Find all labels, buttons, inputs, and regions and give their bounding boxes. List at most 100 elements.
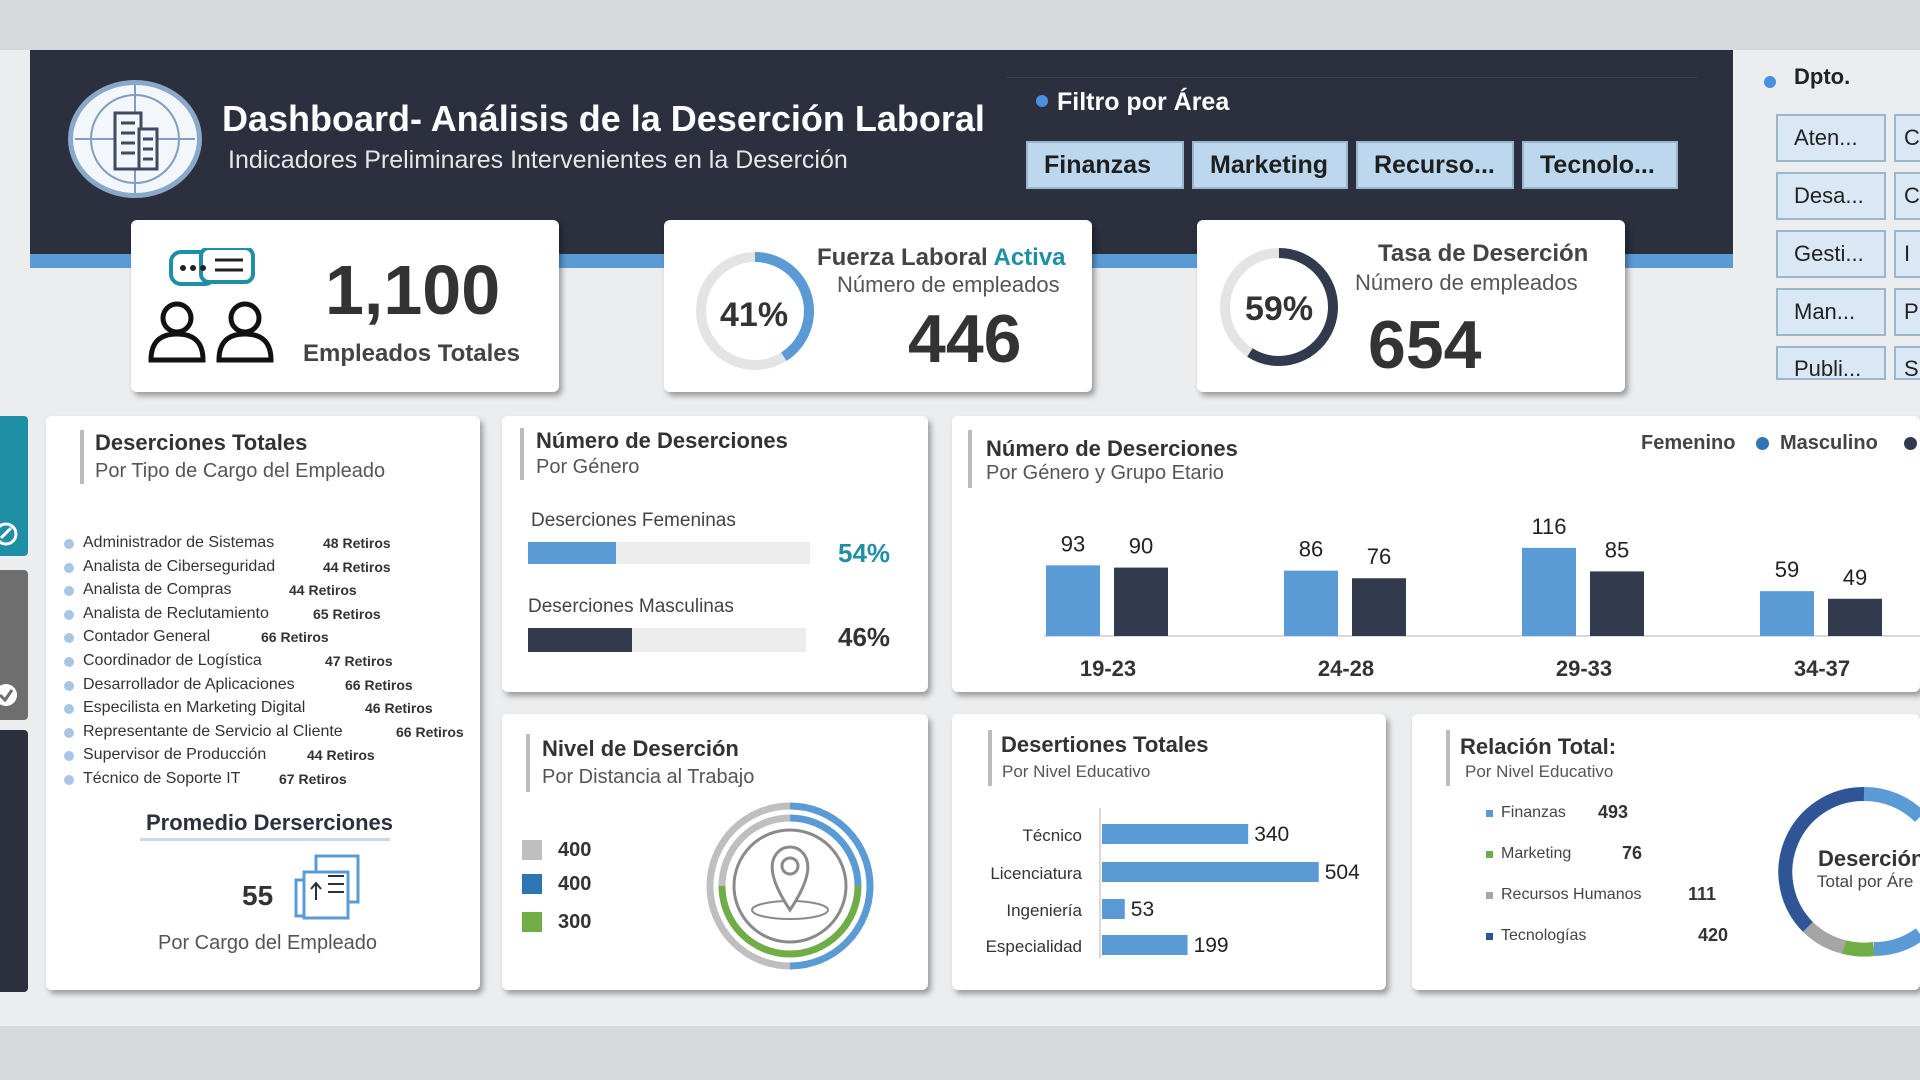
- list-bullet: [64, 609, 74, 620]
- kpi-active-title-b: Activa: [993, 244, 1066, 271]
- bar-femenino-19-23: [1046, 565, 1100, 636]
- relation-list: Finanzas 493 Marketing 76 Recursos Humanos 11…: [1486, 802, 1746, 964]
- education-bar-chart: Técnico 340 Licenciatura 504 Ingeniería 53 Esp…: [986, 808, 1360, 958]
- job-value: 47 Retiros: [325, 653, 393, 669]
- distance-subtitle: Por Distancia al Trabajo: [542, 766, 755, 788]
- side-tab-gray[interactable]: [0, 570, 28, 720]
- kpi-active-sub: Número de empleados: [837, 272, 1060, 297]
- kpi-total-value: 1,100: [325, 251, 501, 329]
- filter-button-recursos[interactable]: Recurso...: [1356, 141, 1514, 189]
- slicer-item[interactable]: C: [1894, 172, 1920, 220]
- legend-value: 400: [558, 873, 592, 895]
- by-gender-subtitle: Por Género: [536, 456, 640, 478]
- relation-value: 111: [1688, 884, 1717, 904]
- section-accent: [526, 734, 530, 792]
- slicer-item[interactable]: Man...: [1776, 288, 1886, 336]
- slicer-title: Dpto.: [1794, 64, 1851, 89]
- relation-swatch: [1486, 892, 1493, 899]
- relation-subtitle: Por Nivel Educativo: [1465, 762, 1614, 781]
- masc-bar-fill: [528, 628, 632, 652]
- bar-value-label: 340: [1254, 823, 1289, 846]
- relation-value: 493: [1598, 802, 1629, 822]
- y-tick-label: Ingeniería: [1006, 901, 1082, 920]
- relation-swatch: [1486, 933, 1493, 940]
- bar-masculino-24-28: [1352, 578, 1406, 636]
- job-list: Administrador de Sistemas 48 Retiros Anali…: [60, 534, 480, 796]
- job-label: Técnico de Soporte IT: [83, 770, 241, 787]
- relation-label: Marketing: [1501, 845, 1572, 862]
- bar-value-label: 76: [1367, 544, 1391, 569]
- relation-label: Tecnologías: [1501, 927, 1587, 944]
- bar-masculino-19-23: [1114, 567, 1168, 636]
- list-bullet: [64, 657, 74, 667]
- kpi-active-title: Fuerza Laboral Activa: [817, 244, 1066, 272]
- kpi-total-label: Empleados Totales: [303, 340, 520, 367]
- filter-dot-icon: [1036, 95, 1048, 107]
- bar-value-label: 49: [1843, 565, 1867, 590]
- legend-swatch-blue: [522, 874, 542, 894]
- side-tab-teal[interactable]: [0, 416, 28, 556]
- section-accent: [80, 430, 84, 484]
- relation-title: Relación Total:: [1460, 734, 1617, 759]
- slicer-item[interactable]: Desa...: [1776, 172, 1886, 220]
- job-label: Especilista en Marketing Digital: [83, 699, 306, 717]
- list-bullet: [64, 680, 74, 691]
- bar-value-label: 199: [1194, 934, 1229, 957]
- job-label: Analista de Ciberseguridad: [83, 557, 276, 575]
- desertion-pct-label: 59%: [1245, 290, 1314, 328]
- slicer-item[interactable]: C: [1894, 114, 1920, 162]
- age-chart-title: Número de Deserciones: [986, 436, 1238, 461]
- bar-Especialidad: [1102, 935, 1188, 955]
- side-tab-dark[interactable]: [0, 730, 28, 992]
- filter-button-marketing[interactable]: Marketing: [1192, 141, 1348, 189]
- list-bullet: [64, 562, 74, 573]
- masc-pct: 46%: [838, 622, 891, 652]
- legend-value: 300: [558, 911, 592, 933]
- job-label: Representante de Servicio al Cliente: [83, 722, 343, 740]
- job-value: 48 Retiros: [323, 535, 391, 551]
- list-bullet: [64, 586, 74, 597]
- section-accent: [520, 428, 524, 480]
- slicer-item[interactable]: I: [1894, 230, 1920, 278]
- average-title: Promedio Derserciones: [146, 810, 393, 835]
- masc-label: Deserciones Masculinas: [528, 596, 734, 617]
- kpi-active-value: 446: [908, 301, 1022, 377]
- job-label: Desarrollador de Aplicaciones: [83, 675, 295, 693]
- masc-bar-track: [528, 628, 806, 652]
- bar-value-label: 59: [1775, 557, 1799, 582]
- kpi-desertion-sub: Número de empleados: [1355, 270, 1578, 295]
- slicer-item[interactable]: Gesti...: [1776, 230, 1886, 278]
- legend-value: 400: [558, 839, 592, 861]
- job-label: Administrador de Sistemas: [83, 534, 275, 551]
- bar-femenino-34-37: [1760, 591, 1814, 636]
- job-value: 46 Retiros: [365, 700, 433, 717]
- active-pct-label: 41%: [720, 296, 789, 334]
- list-bullet: [64, 775, 74, 785]
- filter-button-tecnologia[interactable]: Tecnolo...: [1522, 141, 1678, 189]
- job-value: 44 Retiros: [289, 582, 357, 599]
- slicer-dot-icon: [1764, 76, 1776, 88]
- slicer-item[interactable]: Aten...: [1776, 114, 1886, 162]
- legend-swatch-gray: [522, 840, 542, 860]
- bar-femenino-24-28: [1284, 570, 1338, 636]
- distance-donut: [706, 802, 874, 970]
- fem-bar-fill: [528, 542, 617, 564]
- slicer-item[interactable]: S: [1894, 346, 1920, 380]
- list-bullet: [64, 727, 74, 738]
- building-logo-icon: [68, 80, 202, 198]
- relation-label: Recursos Humanos: [1501, 886, 1642, 903]
- relation-label: Finanzas: [1501, 804, 1566, 821]
- filter-button-finanzas[interactable]: Finanzas: [1026, 141, 1184, 189]
- kpi-desertion-title: Tasa de Deserción: [1378, 240, 1589, 267]
- bar-Licenciatura: [1102, 862, 1319, 882]
- list-bullet: [64, 704, 74, 715]
- x-tick-label: 24-28: [1318, 656, 1374, 681]
- job-value: 65 Retiros: [313, 605, 381, 622]
- page-title: Dashboard- Análisis de la Deserción Labo…: [222, 98, 985, 139]
- legend-swatch-green: [522, 912, 542, 932]
- relation-donut-title: Deserción: [1818, 846, 1920, 871]
- bar-masculino-29-33: [1590, 571, 1644, 636]
- slicer-item[interactable]: Publi...: [1776, 346, 1886, 381]
- job-value: 67 Retiros: [279, 771, 347, 787]
- slicer-item[interactable]: P: [1894, 288, 1920, 336]
